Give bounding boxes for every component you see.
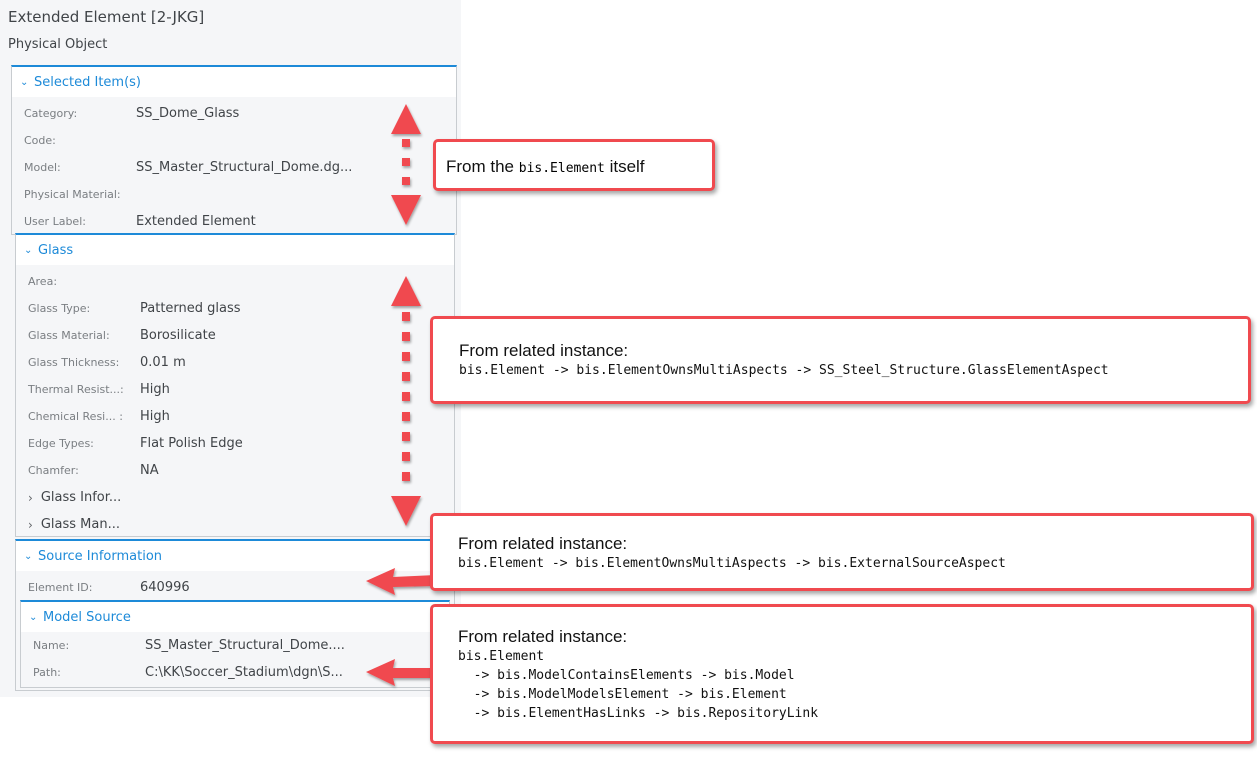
callout-external-source-aspect: From related instance: bis.Element -> bi… — [430, 513, 1254, 591]
callout-element-itself: From the bis.Element itself — [433, 139, 715, 191]
double-arrow-glass — [391, 276, 421, 526]
callout-text: From the — [446, 157, 519, 176]
callout-heading: From related instance: — [458, 534, 628, 553]
callout-glass-aspect: From related instance: bis.Element -> bi… — [430, 316, 1251, 404]
callout-heading: From related instance: — [458, 627, 628, 646]
callout-repository-link: From related instance: bis.Element -> bi… — [430, 604, 1254, 744]
callout-code: bis.Element — [518, 161, 605, 176]
callout-path: bis.Element -> bis.ModelContainsElements… — [458, 649, 819, 721]
callout-text: itself — [604, 157, 645, 176]
arrow-model-source — [366, 659, 434, 686]
callout-path: bis.Element -> bis.ElementOwnsMultiAspec… — [459, 363, 1109, 378]
arrow-source-information — [366, 568, 436, 595]
double-arrow-selected-items — [391, 104, 421, 225]
callout-path: bis.Element -> bis.ElementOwnsMultiAspec… — [458, 556, 1006, 571]
callout-heading: From related instance: — [459, 341, 629, 360]
